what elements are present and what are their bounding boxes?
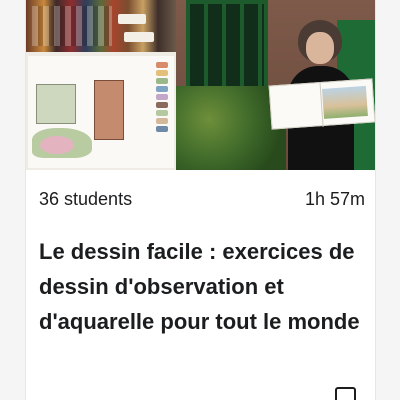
course-meta: 36 students 1h 57m — [26, 170, 375, 228]
student-count: 36 students — [39, 188, 133, 209]
watercolor-sketch-image — [28, 56, 174, 168]
course-duration: 1h 57m — [304, 188, 365, 209]
paint-tube-image — [118, 14, 146, 24]
thumbnail-instructor-photo — [176, 0, 375, 170]
course-thumbnail[interactable] — [26, 0, 375, 170]
sketchbook-image — [268, 78, 375, 130]
green-window-image — [186, 0, 268, 90]
course-card[interactable]: 36 students 1h 57m Le dessin facile : ex… — [25, 0, 376, 400]
thumbnail-painting-supplies — [26, 0, 176, 170]
bookmark-icon[interactable] — [335, 387, 356, 400]
paint-tube-image — [124, 32, 154, 42]
paint-palette-image — [26, 0, 176, 52]
course-title[interactable]: Le dessin facile : exercices de dessin d… — [39, 234, 365, 339]
